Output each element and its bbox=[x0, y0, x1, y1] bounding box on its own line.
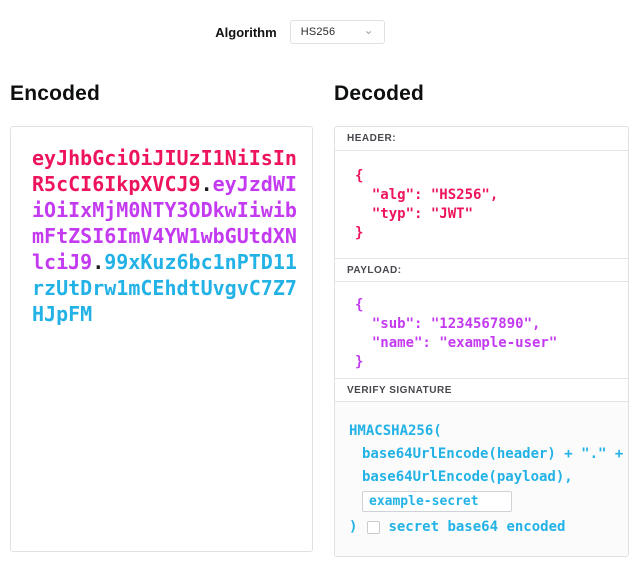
decoded-panel: HEADER: { "alg": "HS256", "typ": "JWT" }… bbox=[334, 126, 629, 557]
algorithm-select[interactable]: HS256 ⌄ bbox=[290, 20, 385, 44]
payload-json-editor[interactable]: { "sub": "1234567890", "name": "example-… bbox=[335, 282, 628, 378]
payload-section-label: PAYLOAD: bbox=[335, 258, 628, 282]
decoded-title: Decoded bbox=[334, 82, 629, 108]
token-dot-separator: . bbox=[201, 172, 213, 196]
jwt-token: eyJhbGciOiJIUzI1NiIsInR5cCI6IkpXVCJ9.eyJ… bbox=[32, 145, 300, 327]
verify-signature-block: HMACSHA256( base64UrlEncode(header) + ".… bbox=[335, 402, 628, 556]
debugger-columns: Encoded Decoded eyJhbGciOiJIUzI1NiIsInR5… bbox=[0, 82, 640, 557]
chevron-down-icon: ⌄ bbox=[364, 24, 374, 36]
token-dot-separator: . bbox=[92, 250, 104, 274]
signature-arg-line-1: base64UrlEncode(header) + "." + bbox=[362, 443, 614, 466]
algorithm-row: Algorithm HS256 ⌄ bbox=[0, 20, 620, 44]
secret-base64-checkbox[interactable] bbox=[367, 521, 380, 534]
header-json-editor[interactable]: { "alg": "HS256", "typ": "JWT" } bbox=[335, 151, 628, 258]
verify-signature-section-label: VERIFY SIGNATURE bbox=[335, 378, 628, 402]
signature-close-paren: ) bbox=[349, 516, 357, 539]
encoded-title: Encoded bbox=[10, 82, 313, 108]
algorithm-label: Algorithm bbox=[215, 25, 276, 40]
signature-arg-line-2: base64UrlEncode(payload), bbox=[362, 466, 614, 489]
secret-input[interactable] bbox=[362, 491, 512, 512]
encoded-token-editor[interactable]: eyJhbGciOiJIUzI1NiIsInR5cCI6IkpXVCJ9.eyJ… bbox=[10, 126, 313, 552]
signature-close-row: ) secret base64 encoded bbox=[349, 516, 614, 539]
algorithm-selected-value: HS256 bbox=[301, 26, 336, 38]
secret-base64-label[interactable]: secret base64 encoded bbox=[388, 516, 565, 539]
signature-func-open: HMACSHA256( bbox=[349, 420, 614, 443]
header-section-label: HEADER: bbox=[335, 127, 628, 151]
